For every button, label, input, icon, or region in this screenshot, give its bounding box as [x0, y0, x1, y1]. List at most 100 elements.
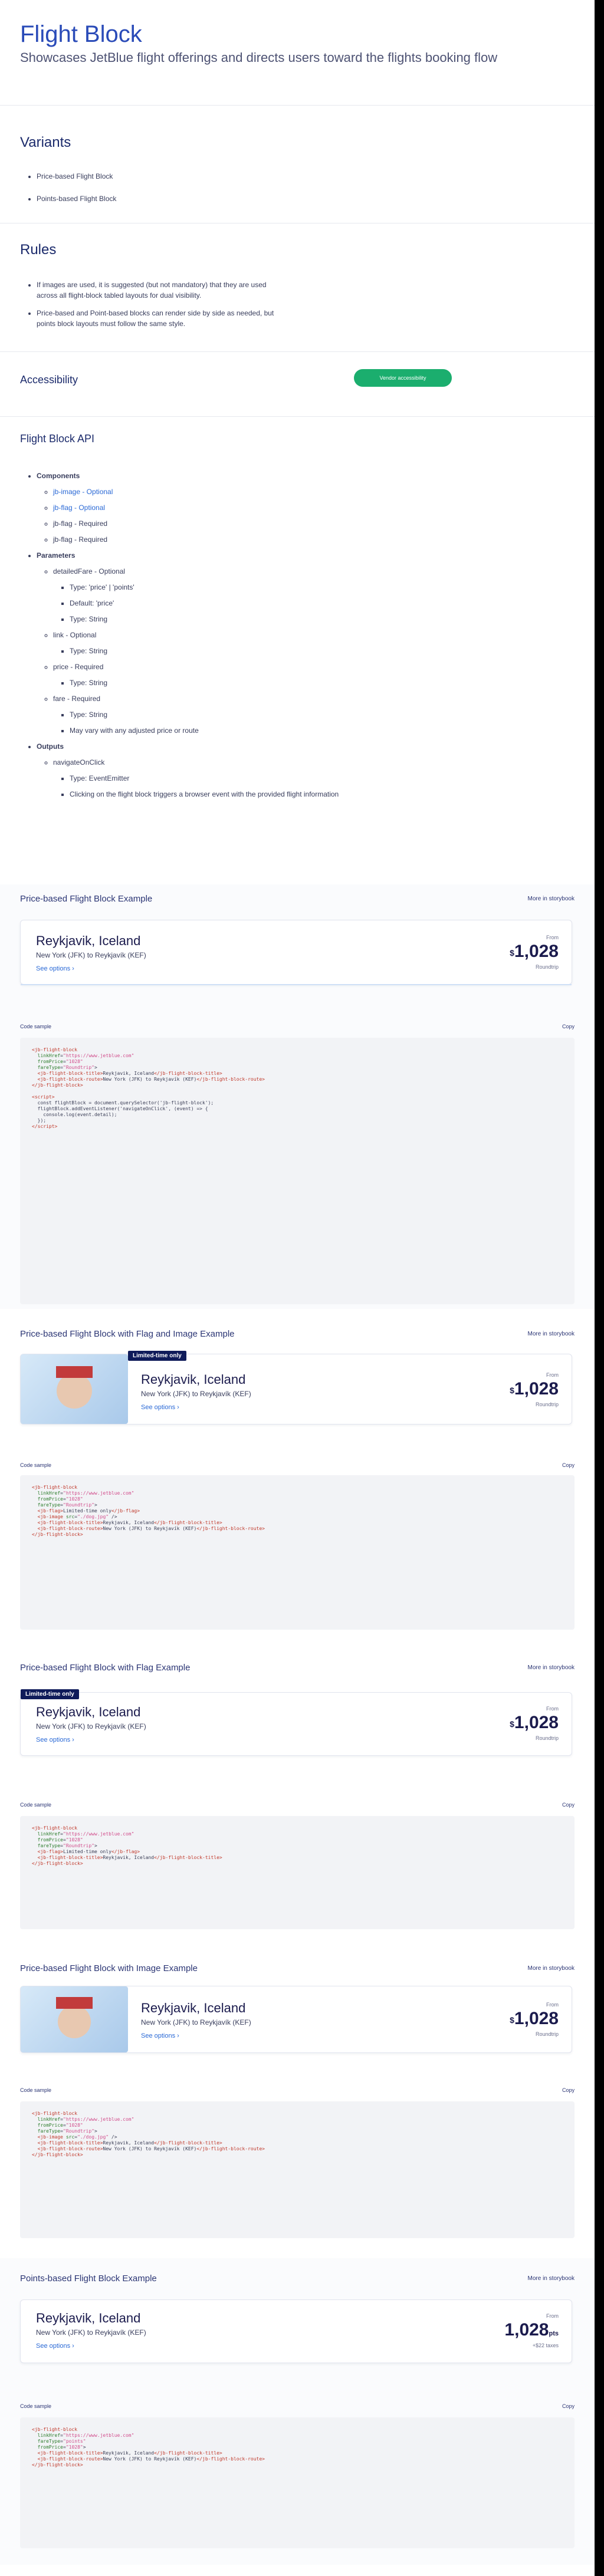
see-options-link[interactable]: See options ›	[36, 1736, 74, 1743]
price-value: 1,028	[514, 1713, 559, 1732]
param-name: price - Required	[53, 663, 104, 671]
list-item: link - Optional Type: String	[53, 630, 449, 656]
accessibility-title: Accessibility	[20, 374, 78, 386]
limited-time-flag: Limited-time only	[21, 1689, 79, 1699]
price-value: 1,028	[514, 1379, 559, 1399]
component-link[interactable]: jb-image - Optional	[53, 488, 113, 496]
list-item: jb-flag - Required	[53, 518, 449, 529]
rules-title: Rules	[20, 242, 57, 258]
points-taxes: +$22 taxes	[532, 2343, 559, 2348]
page-lead: Showcases JetBlue flight offerings and d…	[20, 50, 498, 65]
list-item: jb-flag - Optional	[53, 502, 449, 513]
variants-section: Variants Price-based Flight Block Points…	[0, 105, 595, 223]
example-price: Price-based Flight Block Example More in…	[0, 884, 595, 1309]
from-label: From	[546, 2002, 559, 2008]
list-item: price - Required Type: String	[53, 662, 449, 688]
see-options-link[interactable]: See options ›	[36, 965, 74, 972]
limited-time-flag: Limited-time only	[128, 1351, 186, 1361]
param-sublist: Type: String	[53, 646, 449, 656]
api-list: Components jb-image - Optional jb-flag -…	[20, 471, 449, 805]
code-sample: <jb-flight-block linkHref="https://www.j…	[20, 2417, 575, 2548]
from-label: From	[546, 2313, 559, 2319]
from-label: From	[546, 1372, 559, 1378]
flight-block-card[interactable]: Reykjavik, Iceland New York (JFK) to Rey…	[20, 920, 572, 985]
param-sublist: Type: String May vary with any adjusted …	[53, 709, 449, 736]
example-header: Price-based Flight Block with Image Exam…	[20, 1963, 575, 1973]
list-item: Points-based Flight Block	[37, 193, 116, 204]
storybook-link[interactable]: More in storybook	[528, 1331, 575, 1337]
flight-city: Reykjavik, Iceland	[141, 1372, 246, 1387]
see-options-link[interactable]: See options ›	[141, 1404, 179, 1411]
copy-button[interactable]: Copy	[562, 2087, 575, 2093]
list-item: Type: String	[70, 614, 449, 624]
see-options-link[interactable]: See options ›	[141, 2032, 179, 2039]
example-flag: Price-based Flight Block with Flag Examp…	[0, 1651, 595, 1934]
flight-image	[21, 1354, 128, 1424]
components-list: jb-image - Optional jb-flag - Optional j…	[37, 486, 449, 545]
param-sublist: Type: 'price' | 'points' Default: 'price…	[53, 582, 449, 624]
example-title: Price-based Flight Block with Flag Examp…	[20, 1663, 191, 1673]
output-name: navigateOnClick	[53, 758, 105, 766]
code-label: Code sample	[20, 1462, 52, 1468]
storybook-link[interactable]: More in storybook	[528, 1965, 575, 1972]
copy-button[interactable]: Copy	[562, 1462, 575, 1468]
flight-city: Reykjavik, Iceland	[36, 1705, 141, 1719]
example-title: Price-based Flight Block Example	[20, 894, 153, 904]
page-header: Flight Block Showcases JetBlue flight of…	[0, 0, 595, 106]
flight-city: Reykjavik, Iceland	[36, 933, 141, 948]
storybook-link[interactable]: More in storybook	[528, 2275, 575, 2282]
flight-block-card[interactable]: Reykjavik, Iceland New York (JFK) to Rey…	[20, 2299, 572, 2363]
roundtrip-label: Roundtrip	[535, 964, 559, 970]
code-sample: <jb-flight-block linkHref="https://www.j…	[20, 1475, 575, 1630]
copy-button[interactable]: Copy	[562, 2403, 575, 2409]
copy-button[interactable]: Copy	[562, 1024, 575, 1029]
code-header: Code sample Copy	[20, 1024, 575, 1029]
roundtrip-label: Roundtrip	[535, 1735, 559, 1741]
list-item: Clicking on the flight block triggers a …	[70, 789, 449, 800]
code-label: Code sample	[20, 1024, 52, 1029]
points-price: 1,028pts	[504, 2321, 559, 2343]
list-item: navigateOnClick Type: EventEmitter Click…	[53, 757, 449, 800]
from-label: From	[546, 1706, 559, 1712]
api-section: Flight Block API Components jb-image - O…	[0, 416, 595, 811]
list-item: Type: String	[70, 709, 449, 720]
example-title: Points-based Flight Block Example	[20, 2274, 157, 2284]
list-item: detailedFare - Optional Type: 'price' | …	[53, 566, 449, 624]
see-options-link[interactable]: See options ›	[36, 2343, 74, 2350]
flight-block-card[interactable]: Reykjavik, Iceland New York (JFK) to Rey…	[20, 1986, 572, 2053]
list-item: If images are used, it is suggested (but…	[37, 279, 284, 301]
list-item: jb-image - Optional	[53, 486, 449, 497]
output-sublist: Type: EventEmitter Clicking on the fligh…	[53, 773, 449, 800]
flight-image	[21, 1986, 128, 2052]
example-title: Price-based Flight Block with Flag and I…	[20, 1329, 235, 1339]
code-sample: <jb-flight-block linkHref="https://www.j…	[20, 2101, 575, 2238]
flight-block-card[interactable]: Limited-time only Reykjavik, Iceland New…	[20, 1351, 572, 1424]
parameters-label: Parameters	[37, 551, 76, 560]
rules-list: If images are used, it is suggested (but…	[20, 279, 284, 329]
list-item: Type: 'price' | 'points'	[70, 582, 449, 593]
component-link[interactable]: jb-flag - Optional	[53, 504, 105, 512]
currency-symbol: $	[510, 948, 514, 958]
storybook-link[interactable]: More in storybook	[528, 896, 575, 902]
storybook-link[interactable]: More in storybook	[528, 1664, 575, 1671]
copy-button[interactable]: Copy	[562, 1802, 575, 1808]
list-item: jb-flag - Required	[53, 534, 449, 545]
example-header: Price-based Flight Block with Flag Examp…	[20, 1663, 575, 1673]
example-header: Price-based Flight Block Example More in…	[20, 894, 575, 904]
flight-route: New York (JFK) to Reykjavík (KEF)	[141, 2018, 251, 2026]
price-value: 1,028	[514, 2009, 559, 2028]
flight-block-card[interactable]: Limited-time only Reykjavik, Iceland New…	[20, 1689, 572, 1756]
outputs-list: navigateOnClick Type: EventEmitter Click…	[37, 757, 449, 800]
list-item: Type: EventEmitter	[70, 773, 449, 784]
accessibility-button[interactable]: Vendor accessibility	[354, 369, 452, 387]
rules-section: Rules If images are used, it is suggeste…	[0, 223, 595, 352]
flight-route: New York (JFK) to Reykjavík (KEF)	[36, 951, 146, 959]
list-item: Default: 'price'	[70, 598, 449, 608]
example-flag-image: Price-based Flight Block with Flag and I…	[0, 1321, 595, 1630]
code-header: Code sample Copy	[20, 2403, 575, 2409]
list-item: Price-based Flight Block	[37, 171, 116, 182]
code-sample: <jb-flight-block linkHref="https://www.j…	[20, 1038, 575, 1304]
flight-city: Reykjavik, Iceland	[36, 2311, 141, 2325]
example-title: Price-based Flight Block with Image Exam…	[20, 1963, 198, 1973]
flight-price: $1,028	[510, 2010, 559, 2028]
